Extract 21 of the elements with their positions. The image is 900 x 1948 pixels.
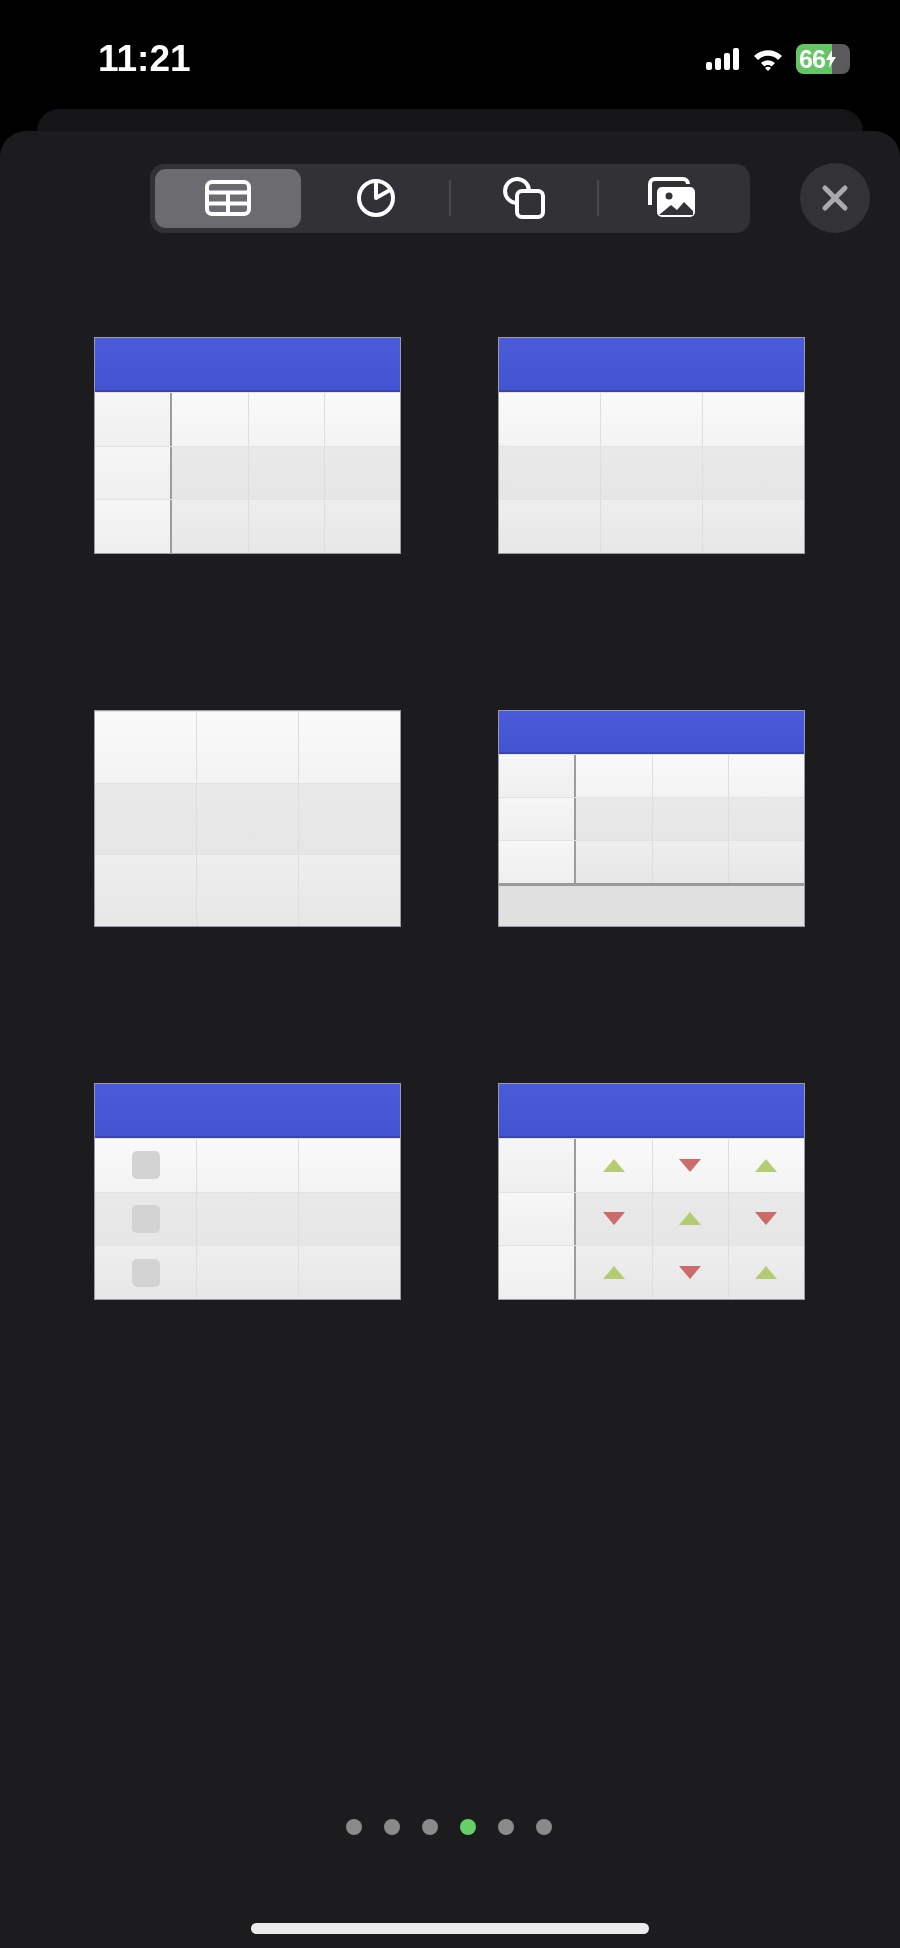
table-icon — [205, 180, 251, 216]
page-dot[interactable] — [346, 1819, 362, 1835]
battery-indicator: 66 — [796, 44, 850, 74]
signal-icon — [706, 48, 740, 70]
page-dot[interactable] — [536, 1819, 552, 1835]
page-dot[interactable] — [498, 1819, 514, 1835]
page-dot[interactable] — [384, 1819, 400, 1835]
table-template[interactable] — [498, 337, 805, 554]
table-template[interactable] — [498, 1083, 805, 1300]
table-template[interactable] — [94, 1083, 401, 1300]
status-time: 11:21 — [98, 38, 191, 80]
photos-icon — [647, 177, 697, 219]
close-icon — [821, 184, 849, 212]
wifi-icon — [752, 47, 784, 71]
table-tab[interactable] — [155, 168, 301, 228]
pie-chart-icon — [356, 178, 396, 218]
page-dot[interactable] — [460, 1819, 476, 1835]
page-dot[interactable] — [422, 1819, 438, 1835]
shapes-icon — [502, 176, 546, 220]
table-template[interactable] — [94, 337, 401, 554]
table-template[interactable] — [498, 710, 805, 927]
